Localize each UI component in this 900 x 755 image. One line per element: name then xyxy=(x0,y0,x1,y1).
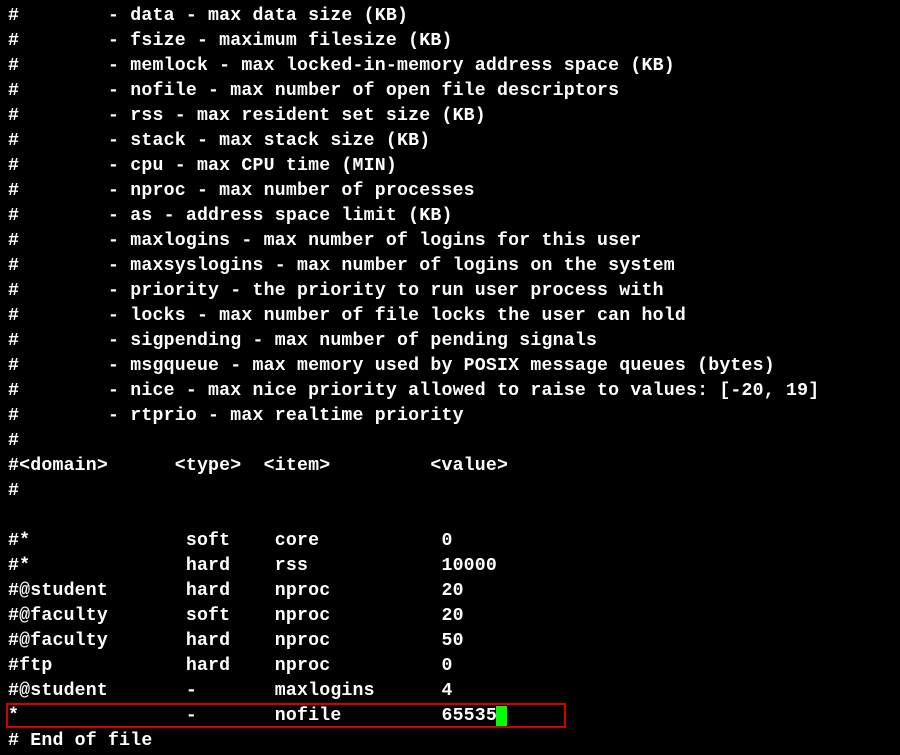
comment-line-12: # - locks - max number of file locks the… xyxy=(8,304,892,329)
end-of-file-line: # End of file xyxy=(8,729,892,754)
comment-line-13: # - sigpending - max number of pending s… xyxy=(8,329,892,354)
comment-line-10: # - maxsyslogins - max number of logins … xyxy=(8,254,892,279)
limits-entry-6: #@student - maxlogins 4 xyxy=(8,679,892,704)
comment-line-8: # - as - address space limit (KB) xyxy=(8,204,892,229)
comment-line-3: # - nofile - max number of open file des… xyxy=(8,79,892,104)
comment-line-2: # - memlock - max locked-in-memory addre… xyxy=(8,54,892,79)
blank-line xyxy=(8,504,892,529)
limits-entry-4: #@faculty hard nproc 50 xyxy=(8,629,892,654)
comment-line-0: # - data - max data size (KB) xyxy=(8,4,892,29)
comment-line-16: # - rtprio - max realtime priority xyxy=(8,404,892,429)
text-cursor xyxy=(496,706,507,726)
limits-entry-0: #* soft core 0 xyxy=(8,529,892,554)
comment-line-15: # - nice - max nice priority allowed to … xyxy=(8,379,892,404)
comment-line-9: # - maxlogins - max number of logins for… xyxy=(8,229,892,254)
comment-line-7: # - nproc - max number of processes xyxy=(8,179,892,204)
terminal-output[interactable]: # - data - max data size (KB)# - fsize -… xyxy=(0,0,900,755)
limits-entry-2: #@student hard nproc 20 xyxy=(8,579,892,604)
limits-entry-3: #@faculty soft nproc 20 xyxy=(8,604,892,629)
comment-line-14: # - msgqueue - max memory used by POSIX … xyxy=(8,354,892,379)
limits-entry-5: #ftp hard nproc 0 xyxy=(8,654,892,679)
comment-line-6: # - cpu - max CPU time (MIN) xyxy=(8,154,892,179)
column-header-line: #<domain> <type> <item> <value> xyxy=(8,454,892,479)
comment-blank: # xyxy=(8,479,892,504)
comment-line-4: # - rss - max resident set size (KB) xyxy=(8,104,892,129)
comment-line-5: # - stack - max stack size (KB) xyxy=(8,129,892,154)
limits-entry-1: #* hard rss 10000 xyxy=(8,554,892,579)
limits-entry-7: * - nofile 65535 xyxy=(8,704,892,729)
comment-line-17: # xyxy=(8,429,892,454)
comment-line-1: # - fsize - maximum filesize (KB) xyxy=(8,29,892,54)
comment-line-11: # - priority - the priority to run user … xyxy=(8,279,892,304)
